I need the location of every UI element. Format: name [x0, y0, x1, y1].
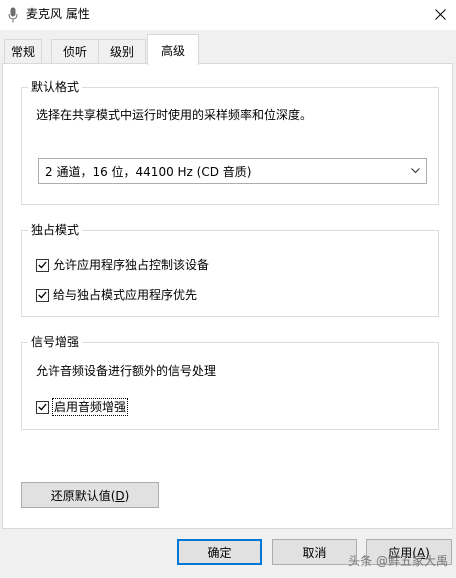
- ok-label: 确定: [207, 545, 232, 560]
- close-button[interactable]: [424, 0, 456, 28]
- tab-advanced-label: 高级: [160, 43, 185, 58]
- tab-levels-label: 级别: [109, 45, 134, 59]
- close-icon: [434, 8, 446, 20]
- window-title: 麦克风 属性: [26, 7, 90, 21]
- enable-enhancement-option[interactable]: 启用音频增强: [36, 398, 129, 416]
- allow-exclusive-control-option[interactable]: 允许应用程序独占控制该设备: [36, 257, 209, 273]
- restore-defaults-button[interactable]: 还原默认值(D): [21, 482, 159, 508]
- exclusive-mode-group: 独占模式 允许应用程序独占控制该设备 给与独占模式应用程序优先: [21, 222, 439, 317]
- checkmark-icon: [38, 291, 47, 299]
- tab-general[interactable]: 常规: [4, 39, 42, 63]
- cancel-button[interactable]: 取消: [272, 539, 357, 565]
- enable-enhancement-label: 启用音频增强: [51, 398, 129, 416]
- tab-general-label: 常规: [10, 45, 35, 59]
- chevron-down-icon: [404, 159, 426, 183]
- restore-defaults-label: 还原默认值(D): [50, 488, 130, 503]
- signal-enhancement-description: 允许音频设备进行额外的信号处理: [36, 364, 217, 378]
- ok-button[interactable]: 确定: [177, 539, 262, 565]
- cancel-label: 取消: [302, 545, 327, 560]
- enable-enhancement-checkbox[interactable]: [36, 400, 49, 414]
- exclusive-priority-option[interactable]: 给与独占模式应用程序优先: [36, 287, 197, 303]
- default-format-description: 选择在共享模式中运行时使用的采样频率和位深度。: [36, 108, 313, 122]
- microphone-icon: [8, 7, 18, 23]
- tab-levels[interactable]: 级别: [98, 39, 146, 63]
- default-format-group: 默认格式 选择在共享模式中运行时使用的采样频率和位深度。 2 通道，16 位，4…: [21, 79, 439, 205]
- watermark: 头条 @鲜五家大禹: [348, 554, 448, 568]
- default-format-selected: 2 通道，16 位，44100 Hz (CD 音质): [45, 164, 252, 179]
- title-bar: 麦克风 属性: [0, 0, 456, 30]
- signal-enhancement-title: 信号增强: [28, 334, 83, 350]
- tab-listen-label: 侦听: [62, 45, 87, 59]
- tab-advanced[interactable]: 高级: [147, 34, 199, 65]
- checkmark-icon: [38, 403, 47, 411]
- checkmark-icon: [38, 261, 47, 269]
- exclusive-priority-label: 给与独占模式应用程序优先: [53, 288, 198, 302]
- tab-listen[interactable]: 侦听: [51, 39, 99, 63]
- exclusive-mode-title: 独占模式: [28, 222, 83, 238]
- default-format-title: 默认格式: [28, 79, 83, 95]
- advanced-panel: 默认格式 选择在共享模式中运行时使用的采样频率和位深度。 2 通道，16 位，4…: [2, 63, 453, 529]
- exclusive-priority-checkbox[interactable]: [36, 288, 49, 302]
- signal-enhancement-group: 信号增强 允许音频设备进行额外的信号处理 启用音频增强: [21, 334, 439, 430]
- default-format-dropdown[interactable]: 2 通道，16 位，44100 Hz (CD 音质): [38, 158, 427, 184]
- allow-exclusive-control-label: 允许应用程序独占控制该设备: [53, 258, 210, 272]
- tab-strip: 常规 侦听 级别 高级: [2, 34, 456, 65]
- allow-exclusive-control-checkbox[interactable]: [36, 258, 49, 272]
